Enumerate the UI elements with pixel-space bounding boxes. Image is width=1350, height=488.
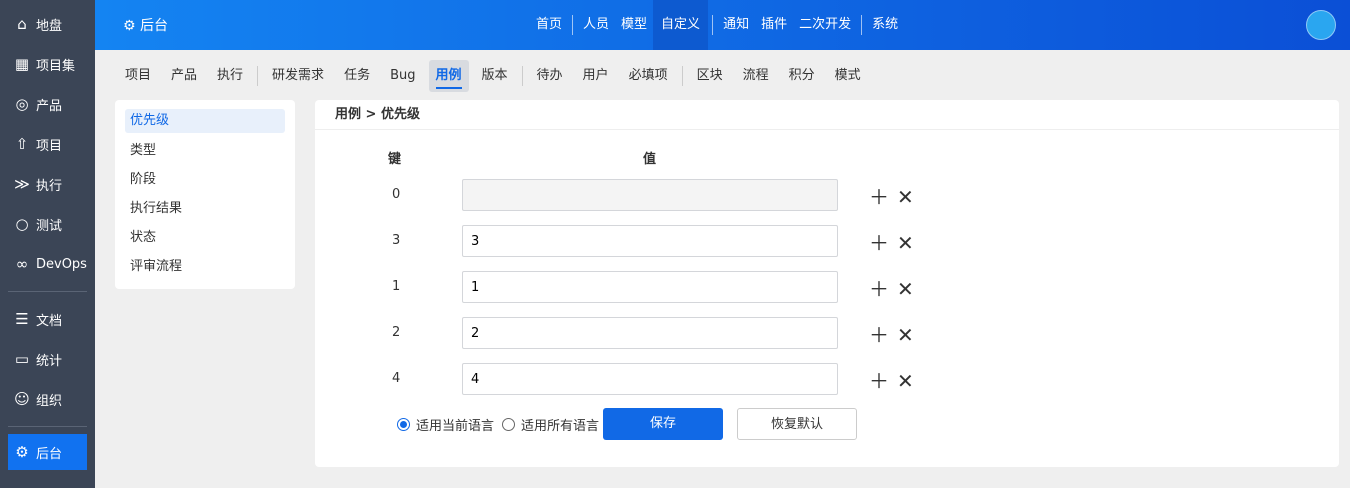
sidebar-item-company[interactable]: ☺ 组织 <box>0 379 95 419</box>
menu-dev[interactable]: 二次开发 <box>793 0 857 50</box>
field-stage[interactable]: 阶段 <box>125 167 285 196</box>
field-status[interactable]: 状态 <box>125 225 285 254</box>
row-key: 2 <box>392 325 401 340</box>
grid-icon: ▦ <box>14 55 30 73</box>
main-panel: 用例 > 优先级 键 值 0 ＋ ✕ 3 ＋ ✕ 1 ＋ ✕ 2 ＋ ✕ 4 ＋ ✕ 适用当前语言… <box>315 100 1339 467</box>
row-key: 0 <box>392 187 401 202</box>
table-row: 0 ＋ ✕ <box>315 179 1339 211</box>
plus-icon[interactable]: ＋ <box>869 369 889 393</box>
table-row: 3 ＋ ✕ <box>315 225 1339 257</box>
menu-home[interactable]: 首页 <box>530 0 568 50</box>
radio-current-language[interactable]: 适用当前语言 <box>397 415 494 434</box>
home-icon: ⌂ <box>17 15 27 33</box>
table-row: 4 ＋ ✕ <box>315 363 1339 395</box>
menu-notify[interactable]: 通知 <box>717 0 755 50</box>
subnav-build[interactable]: 版本 <box>475 60 515 92</box>
menu-model[interactable]: 模型 <box>615 0 653 50</box>
subnav-score[interactable]: 积分 <box>782 60 822 92</box>
row-value-input[interactable] <box>462 225 838 257</box>
sidebar-item-project[interactable]: ⇧ 项目 <box>0 124 95 164</box>
subnav-bug[interactable]: Bug <box>383 60 422 92</box>
chart-icon: ▭ <box>14 350 30 368</box>
save-button[interactable]: 保存 <box>603 408 724 440</box>
subnav-block[interactable]: 区块 <box>690 60 730 92</box>
table-row: 1 ＋ ✕ <box>315 271 1339 303</box>
infinity-icon: ∞ <box>15 255 29 273</box>
value-header: 值 <box>643 152 657 167</box>
gear-icon: ⚙ <box>123 18 136 34</box>
close-icon[interactable]: ✕ <box>897 323 914 347</box>
field-result[interactable]: 执行结果 <box>125 196 285 225</box>
row-value-input[interactable] <box>462 271 838 303</box>
run-icon: ≫ <box>14 175 30 193</box>
subnav-task[interactable]: 任务 <box>337 60 377 92</box>
top-bar: ⚙ 后台 首页 人员 模型 自定义 通知 插件 二次开发 系统 <box>95 0 1350 50</box>
menu-system[interactable]: 系统 <box>866 0 904 50</box>
field-type[interactable]: 类型 <box>125 138 285 167</box>
gear-icon: ⚙ <box>15 443 29 461</box>
key-header: 键 <box>388 152 402 167</box>
breadcrumb-parent[interactable]: 用例 <box>335 107 361 122</box>
sidebar: ⌂ 地盘 ▦ 项目集 ◎ 产品 ⇧ 项目 ≫ 执行 ○ 测试 ∞ DevOps ☰ 文档 ▭ 统计… <box>0 0 95 488</box>
main-menu: 首页 人员 模型 自定义 通知 插件 二次开发 系统 <box>530 0 904 50</box>
doc-icon: ☰ <box>15 310 29 328</box>
subnav-required[interactable]: 必填项 <box>622 60 675 92</box>
subnav-flow[interactable]: 流程 <box>736 60 776 92</box>
users-icon: ☺ <box>14 390 30 408</box>
table-row: 2 ＋ ✕ <box>315 317 1339 349</box>
sidebar-item-devops[interactable]: ∞ DevOps <box>0 244 95 284</box>
sidebar-item-report[interactable]: ▭ 统计 <box>0 339 95 379</box>
sidebar-item-test[interactable]: ○ 测试 <box>0 204 95 244</box>
subnav-execution[interactable]: 执行 <box>210 60 250 92</box>
subnav-mode[interactable]: 模式 <box>828 60 868 92</box>
sub-nav: 项目 产品 执行 研发需求 任务 Bug 用例 版本 待办 用户 必填项 区块 … <box>115 60 871 92</box>
subnav-testcase[interactable]: 用例 <box>428 60 469 92</box>
search-icon: ○ <box>15 215 29 233</box>
plus-icon[interactable]: ＋ <box>869 277 889 301</box>
footer: 适用当前语言 适用所有语言 保存 恢复默认 <box>397 408 858 440</box>
radio-all-languages[interactable]: 适用所有语言 <box>502 415 599 434</box>
menu-custom[interactable]: 自定义 <box>653 0 709 50</box>
field-list: 优先级 类型 阶段 执行结果 状态 评审流程 <box>115 100 295 289</box>
subnav-story[interactable]: 研发需求 <box>265 60 331 92</box>
sidebar-item-product[interactable]: ◎ 产品 <box>0 84 95 124</box>
breadcrumb: 用例 > 优先级 <box>315 100 1339 130</box>
subnav-todo[interactable]: 待办 <box>530 60 570 92</box>
sidebar-item-doc[interactable]: ☰ 文档 <box>0 299 95 339</box>
reset-button[interactable]: 恢复默认 <box>737 408 858 440</box>
row-value-input[interactable] <box>462 179 838 211</box>
field-review-flow[interactable]: 评审流程 <box>125 254 285 283</box>
row-key: 4 <box>392 371 401 386</box>
app-title: ⚙ 后台 <box>123 18 169 34</box>
plus-icon[interactable]: ＋ <box>869 185 889 209</box>
subnav-product[interactable]: 产品 <box>164 60 204 92</box>
menu-users[interactable]: 人员 <box>577 0 615 50</box>
row-key: 3 <box>392 233 401 248</box>
avatar[interactable] <box>1306 10 1336 40</box>
plus-icon[interactable]: ＋ <box>869 323 889 347</box>
sidebar-item-execution[interactable]: ≫ 执行 <box>0 164 95 204</box>
sidebar-item-admin[interactable]: ⚙ 后台 <box>8 434 87 470</box>
subnav-user[interactable]: 用户 <box>576 60 616 92</box>
divider <box>8 291 87 292</box>
chevron-right-icon: > <box>365 107 377 122</box>
close-icon[interactable]: ✕ <box>897 369 914 393</box>
sidebar-item-dashboard[interactable]: ⌂ 地盘 <box>0 4 95 44</box>
subnav-project[interactable]: 项目 <box>118 60 158 92</box>
close-icon[interactable]: ✕ <box>897 277 914 301</box>
field-priority[interactable]: 优先级 <box>125 109 285 133</box>
row-value-input[interactable] <box>462 317 838 349</box>
rocket-icon: ⇧ <box>15 135 29 153</box>
divider <box>8 426 87 427</box>
lightbulb-icon: ◎ <box>15 95 29 113</box>
row-key: 1 <box>392 279 401 294</box>
sidebar-item-program[interactable]: ▦ 项目集 <box>0 44 95 84</box>
row-value-input[interactable] <box>462 363 838 395</box>
menu-plugin[interactable]: 插件 <box>755 0 793 50</box>
close-icon[interactable]: ✕ <box>897 231 914 255</box>
close-icon[interactable]: ✕ <box>897 185 914 209</box>
plus-icon[interactable]: ＋ <box>869 231 889 255</box>
breadcrumb-current: 优先级 <box>380 107 420 122</box>
